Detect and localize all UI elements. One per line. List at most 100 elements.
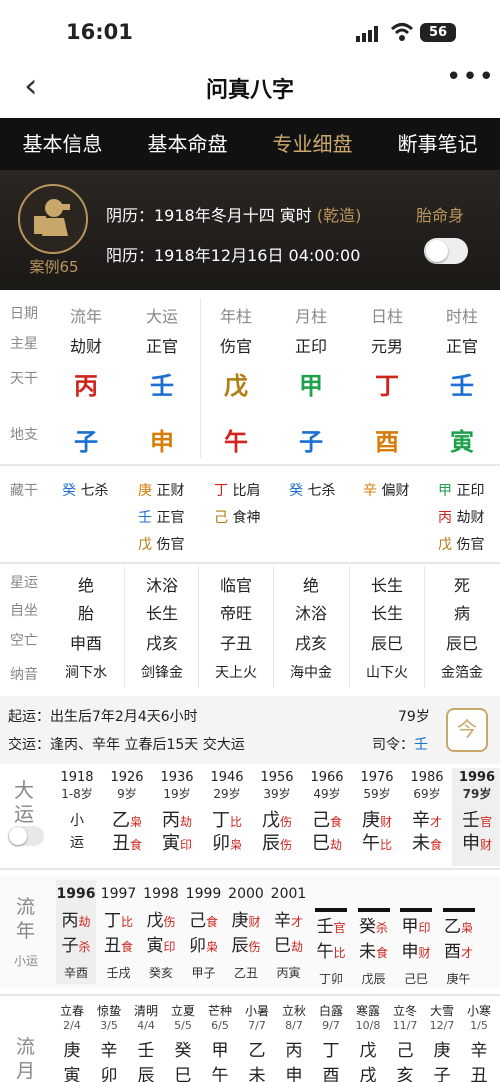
dayun-item[interactable]: 1918 1-8岁小运 bbox=[52, 768, 102, 866]
battery-icon: 56 bbox=[420, 23, 456, 42]
liunian-item[interactable]: 癸杀 未食 戊辰 bbox=[354, 880, 394, 986]
dayun-stem-god: 伤 bbox=[279, 815, 292, 829]
liunian-item[interactable]: 乙枭 酉才 庚午 bbox=[439, 880, 479, 986]
liuyue-item[interactable]: 立夏 5/5 癸巳 bbox=[165, 1002, 201, 1082]
liunian-stem-god: 杀 bbox=[375, 921, 388, 935]
lower-cell: 沐浴 bbox=[294, 604, 327, 623]
jieqi-date: 4/4 bbox=[137, 1019, 155, 1032]
tab-basic-info[interactable]: 基本信息 bbox=[0, 118, 125, 170]
dayun-item[interactable]: 1986 69岁 辛才 未食 bbox=[402, 768, 452, 866]
dayun-item[interactable]: 1976 59岁 庚财 午比 bbox=[352, 768, 402, 866]
liunian-stem: 丙 bbox=[61, 911, 79, 931]
liuyue-item[interactable]: 寒露 10/8 戊戌 bbox=[350, 1002, 386, 1082]
liunian-item[interactable]: 2000 庚财 辰伤 乙丑 bbox=[226, 880, 266, 984]
tab-pro-chart[interactable]: 专业细盘 bbox=[250, 118, 375, 170]
jieqi-name: 白露 bbox=[318, 1004, 343, 1018]
canggan-stem: 甲 bbox=[438, 483, 452, 499]
liunian-branch-god: 食 bbox=[120, 940, 133, 954]
lower-cell: 绝 bbox=[302, 576, 319, 595]
branch-year: 午 bbox=[224, 428, 248, 456]
xiaoyun-label: 小运 bbox=[14, 954, 39, 968]
dayun-item[interactable]: 1946 29岁 丁比 卯枭 bbox=[202, 768, 252, 866]
liunian-item[interactable]: 壬官 午比 丁卯 bbox=[311, 880, 351, 986]
tab-bar: 基本信息 基本命盘 专业细盘 断事笔记 bbox=[0, 118, 500, 170]
jieqi-date: 5/5 bbox=[174, 1019, 192, 1032]
canggan-hour-2: 戊 伤官 bbox=[438, 534, 484, 554]
liunian-branch: 辰 bbox=[231, 936, 249, 956]
liunian-stem: 癸 bbox=[358, 917, 376, 937]
liunian-stem-god: 食 bbox=[205, 915, 218, 929]
canggan-hour-1: 丙 劫财 bbox=[438, 507, 484, 527]
dayun-stem: 戊 bbox=[261, 810, 280, 831]
status-bar: 16:01 56 bbox=[0, 0, 500, 58]
xiaoyun-value: 丙寅 bbox=[276, 966, 301, 980]
tab-notes[interactable]: 断事笔记 bbox=[375, 118, 500, 170]
dayun-stem: 己 bbox=[311, 810, 330, 831]
dayun-stem: 丙 bbox=[161, 810, 180, 831]
dayun-item[interactable]: 1956 39岁 戊伤 辰伤 bbox=[252, 768, 302, 866]
jieqi-name: 立冬 bbox=[392, 1004, 417, 1018]
jieqi-date: 10/8 bbox=[355, 1019, 381, 1032]
canggan-stem: 壬 bbox=[138, 510, 152, 526]
row-label-star: 主星 bbox=[10, 336, 38, 352]
liuyue-item[interactable]: 立冬 11/7 己亥 bbox=[387, 1002, 423, 1082]
liuyue-item[interactable]: 立秋 8/7 丙申 bbox=[276, 1002, 312, 1082]
xiaoyun-value: 甲子 bbox=[191, 966, 216, 980]
canggan-liunian-0: 癸 七杀 bbox=[62, 480, 108, 500]
tab-basic-chart[interactable]: 基本命盘 bbox=[125, 118, 250, 170]
liunian-item[interactable]: 1997 丁比 丑食 壬戌 bbox=[99, 880, 139, 984]
jieqi-date: 8/7 bbox=[285, 1019, 303, 1032]
liunian-branch-god: 印 bbox=[163, 940, 176, 954]
liuyue-stem: 己 bbox=[396, 1041, 414, 1061]
gender-tag: (乾造) bbox=[316, 206, 362, 225]
liuyue-item[interactable]: 芒种 6/5 甲午 bbox=[202, 1002, 238, 1082]
stem-day: 丁 bbox=[375, 372, 399, 400]
avatar[interactable] bbox=[18, 184, 88, 254]
liuyue-item[interactable]: 小暑 7/7 乙未 bbox=[239, 1002, 275, 1082]
liuyue-item[interactable]: 立春 2/4 庚寅 bbox=[54, 1002, 90, 1082]
lower-cell: 绝 bbox=[77, 576, 94, 595]
canggan-god: 正印 bbox=[452, 483, 485, 499]
xiaoyun-value: 乙丑 bbox=[233, 966, 258, 980]
liunian-item[interactable]: 1999 己食 卯枭 甲子 bbox=[184, 880, 224, 984]
dayun-age: 29岁 bbox=[213, 787, 241, 801]
divider bbox=[124, 566, 125, 688]
xiaoyun-value: 辛酉 bbox=[63, 966, 88, 980]
liunian-branch: 午 bbox=[316, 942, 334, 962]
lower-cell: 帝旺 bbox=[219, 604, 252, 623]
dayun-item[interactable]: 1996 79岁 壬官 申财 bbox=[452, 768, 500, 866]
liuyue-item[interactable]: 白露 9/7 丁酉 bbox=[313, 1002, 349, 1082]
liunian-stem: 壬 bbox=[316, 917, 334, 937]
liuyue-branch: 卯 bbox=[100, 1066, 118, 1082]
liunian-item[interactable]: 甲印 申财 己巳 bbox=[396, 880, 436, 986]
taiming-link[interactable]: 胎命身 bbox=[416, 202, 464, 226]
liunian-item[interactable]: 1996 丙劫 子杀 辛酉 bbox=[56, 880, 96, 984]
star-dayun: 正官 bbox=[145, 337, 178, 356]
dayun-item[interactable]: 1936 19岁 丙劫 寅印 bbox=[152, 768, 202, 866]
dayun-toggle[interactable] bbox=[8, 826, 44, 846]
liuyue-item[interactable]: 惊蛰 3/5 辛卯 bbox=[91, 1002, 127, 1082]
dayun-branch-god: 财 bbox=[479, 838, 492, 852]
dayun-branch-god: 枭 bbox=[229, 838, 242, 852]
dayun-item[interactable]: 1966 49岁 己食 巳劫 bbox=[302, 768, 352, 866]
liuyue-stem: 戊 bbox=[359, 1041, 377, 1061]
jieqi-date: 2/4 bbox=[63, 1019, 81, 1032]
liunian-stem-god: 劫 bbox=[78, 915, 91, 929]
liunian-year: 2000 bbox=[228, 886, 264, 902]
dayun-item[interactable]: 1926 9岁 乙枭 丑食 bbox=[102, 768, 152, 866]
liuyue-item[interactable]: 小寒 1/5 辛丑 bbox=[461, 1002, 497, 1082]
today-button[interactable]: 今 bbox=[446, 708, 488, 752]
jieqi-name: 芒种 bbox=[207, 1004, 232, 1018]
jieqi-date: 3/5 bbox=[100, 1019, 118, 1032]
liunian-item[interactable]: 1998 戊伤 寅印 癸亥 bbox=[141, 880, 181, 984]
lower-cell: 胎 bbox=[77, 604, 94, 623]
lunar-date: 阴历：1918年冬月十四 寅时 (乾造) bbox=[106, 202, 361, 226]
more-button[interactable]: ••• bbox=[446, 62, 495, 92]
taiming-toggle[interactable] bbox=[424, 238, 468, 264]
liunian-item[interactable]: 2001 辛才 巳劫 丙寅 bbox=[269, 880, 309, 984]
liuyue-stem: 乙 bbox=[248, 1041, 266, 1061]
liuyue-item[interactable]: 大雪 12/7 庚子 bbox=[424, 1002, 460, 1082]
jieqi-date: 12/7 bbox=[429, 1019, 455, 1032]
xiaoyun-value: 癸亥 bbox=[148, 966, 173, 980]
liuyue-item[interactable]: 清明 4/4 壬辰 bbox=[128, 1002, 164, 1082]
